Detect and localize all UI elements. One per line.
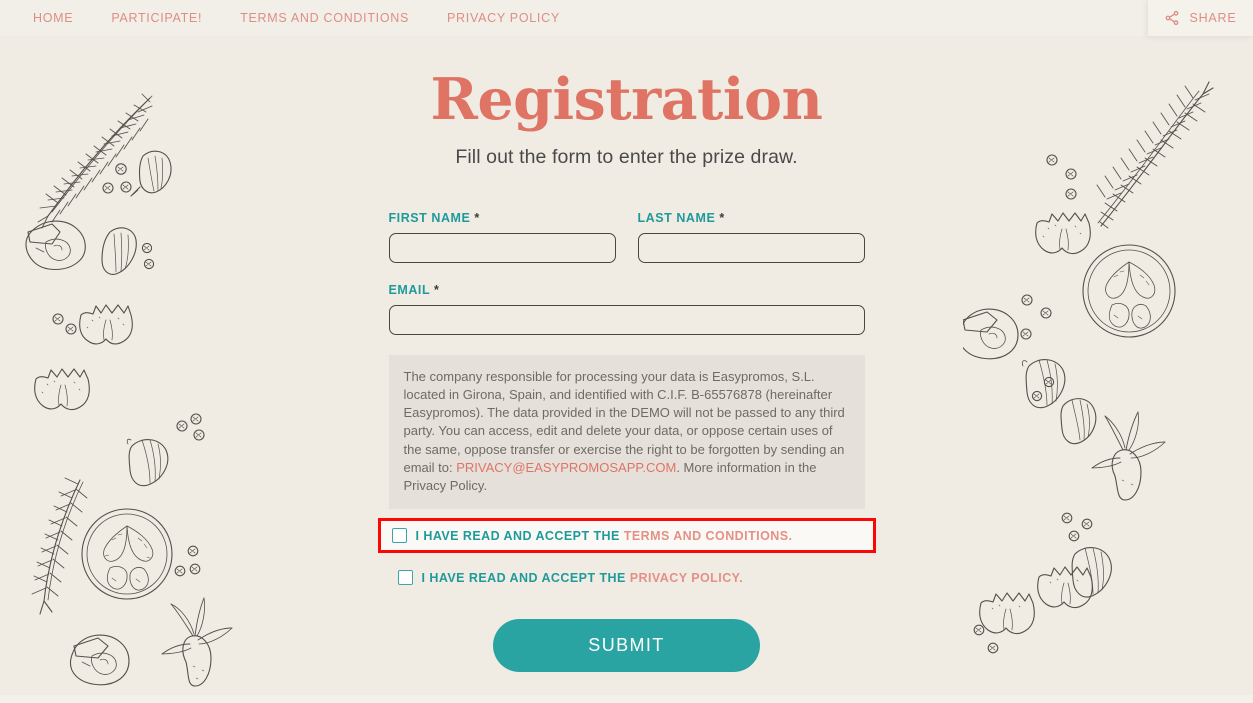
name-fields-row: FIRST NAME * LAST NAME * xyxy=(388,211,865,283)
registration-form: FIRST NAME * LAST NAME * EMAIL * The com… xyxy=(377,211,876,673)
nav-link-home[interactable]: HOME xyxy=(14,11,92,25)
terms-consent-prefix: I HAVE READ AND ACCEPT THE xyxy=(415,528,624,543)
privacy-consent-suffix: . xyxy=(739,570,744,585)
nav-link-participate[interactable]: PARTICIPATE! xyxy=(92,11,221,25)
nav-link-terms-and-conditions[interactable]: TERMS AND CONDITIONS xyxy=(221,11,428,25)
top-navigation-bar: HOME PARTICIPATE! TERMS AND CONDITIONS P… xyxy=(0,0,1253,36)
privacy-email-link[interactable]: PRIVACY@EASYPROMOSAPP.COM xyxy=(456,460,676,475)
last-name-field-group: LAST NAME * xyxy=(637,211,865,263)
submit-button-wrapper: SUBMIT xyxy=(389,619,865,673)
email-label: EMAIL * xyxy=(389,283,865,297)
last-name-label: LAST NAME * xyxy=(638,211,865,225)
privacy-policy-link[interactable]: PRIVACY POLICY xyxy=(630,571,739,585)
page-subtitle: Fill out the form to enter the prize dra… xyxy=(455,145,798,168)
nav-links: HOME PARTICIPATE! TERMS AND CONDITIONS P… xyxy=(0,11,579,25)
last-name-label-text: LAST NAME xyxy=(637,210,716,225)
legal-notice-box: The company responsible for processing y… xyxy=(388,354,865,510)
email-input[interactable] xyxy=(388,304,865,335)
privacy-consent-prefix: I HAVE READ AND ACCEPT THE xyxy=(421,570,630,585)
main-content: Registration Fill out the form to enter … xyxy=(0,36,1253,673)
share-button[interactable]: SHARE xyxy=(1148,0,1253,36)
footer-strip xyxy=(0,695,1253,703)
consent-row-terms[interactable]: I HAVE READ AND ACCEPT THE TERMS AND CON… xyxy=(377,518,876,554)
terms-checkbox[interactable] xyxy=(391,528,407,544)
email-required-mark: * xyxy=(433,282,440,297)
first-name-input[interactable] xyxy=(388,232,616,263)
last-name-required-mark: * xyxy=(719,210,725,225)
terms-and-conditions-link[interactable]: TERMS AND CONDITIONS xyxy=(624,529,789,543)
consent-row-privacy[interactable]: I HAVE READ AND ACCEPT THE PRIVACY POLIC… xyxy=(389,563,865,592)
share-label: SHARE xyxy=(1189,11,1237,25)
first-name-label: FIRST NAME * xyxy=(389,211,616,225)
terms-consent-suffix: . xyxy=(788,528,793,543)
last-name-input[interactable] xyxy=(637,232,865,263)
email-field-group: EMAIL * xyxy=(388,283,865,335)
legal-notice-text: The company responsible for processing y… xyxy=(404,368,850,495)
terms-consent-text: I HAVE READ AND ACCEPT THE TERMS AND CON… xyxy=(416,529,793,543)
first-name-required-mark: * xyxy=(474,210,480,225)
first-name-field-group: FIRST NAME * xyxy=(388,211,616,263)
email-label-text: EMAIL xyxy=(388,282,430,297)
page-title: Registration xyxy=(430,66,823,133)
nav-link-privacy-policy[interactable]: PRIVACY POLICY xyxy=(428,11,579,25)
privacy-consent-text: I HAVE READ AND ACCEPT THE PRIVACY POLIC… xyxy=(422,571,744,585)
submit-button[interactable]: SUBMIT xyxy=(493,619,760,673)
privacy-checkbox[interactable] xyxy=(397,570,413,586)
share-nodes-icon xyxy=(1164,10,1180,26)
first-name-label-text: FIRST NAME xyxy=(388,210,471,225)
